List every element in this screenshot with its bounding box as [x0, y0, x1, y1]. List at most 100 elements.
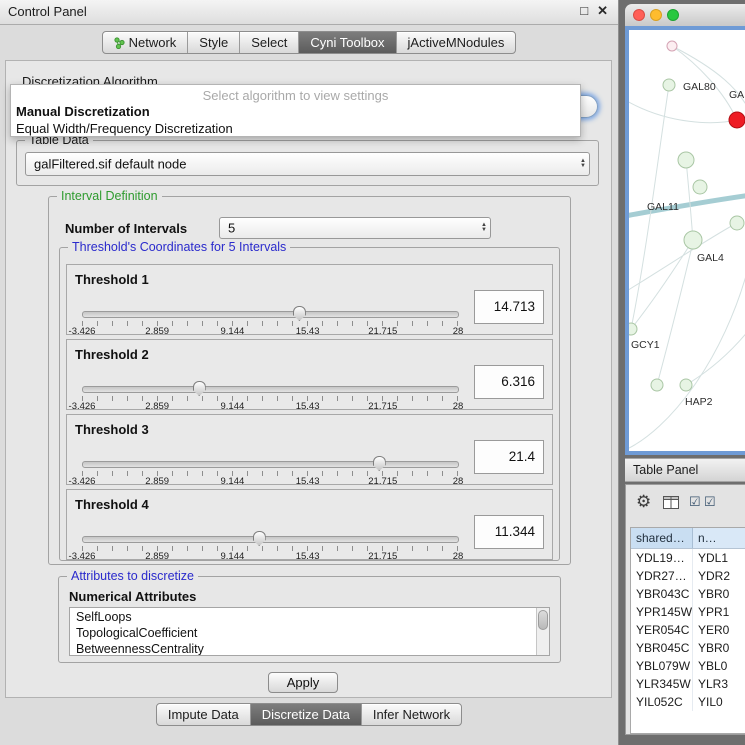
algorithm-option[interactable]: Manual Discretization: [11, 103, 580, 120]
table-panel-titlebar[interactable]: Table Panel: [625, 458, 745, 482]
threshold-slider-track[interactable]: [82, 536, 459, 543]
tab-label: jActiveMNodules: [408, 35, 505, 50]
table-row[interactable]: YLR345WYLR3: [631, 675, 745, 693]
cell-shared-name: YDL19…: [631, 549, 693, 567]
threshold-value-field[interactable]: 21.4: [474, 440, 544, 474]
attribute-list-item[interactable]: TopologicalCoefficient: [70, 625, 537, 641]
cell-shared-name: YDR27…: [631, 567, 693, 585]
threshold-value-field[interactable]: 11.344: [474, 515, 544, 549]
network-node-label: HAP2: [685, 396, 713, 408]
table-row[interactable]: YBR043CYBR0: [631, 585, 745, 603]
network-canvas[interactable]: GAL80GAGAL11GAL4GCY1HAP2: [629, 30, 745, 451]
table-row[interactable]: YIL052CYIL0: [631, 693, 745, 711]
algorithm-option[interactable]: Equal Width/Frequency Discretization: [11, 120, 580, 137]
network-node-green[interactable]: [678, 152, 694, 168]
network-edge[interactable]: [631, 240, 693, 329]
threshold-value-field[interactable]: 14.713: [474, 290, 544, 324]
cell-name: YDL1: [693, 549, 745, 567]
threshold-slider-track[interactable]: [82, 461, 459, 468]
network-node-green[interactable]: [680, 379, 692, 391]
attributes-scrollbar[interactable]: [536, 608, 549, 655]
tab-label: Impute Data: [168, 707, 239, 722]
threshold-slider-thumb[interactable]: [293, 306, 306, 321]
control-panel-titlebar[interactable]: Control Panel □ ✕: [0, 0, 618, 25]
network-node-red[interactable]: [729, 112, 745, 128]
cyni-toolbox-panel: Discretization Algorithm Select algorith…: [5, 60, 612, 698]
close-window-icon[interactable]: ✕: [597, 3, 608, 19]
threshold-panel: Threshold 3-3.4262.8599.14415.4321.71528…: [66, 414, 553, 485]
apply-button[interactable]: Apply: [268, 672, 338, 693]
float-window-icon[interactable]: □: [580, 3, 588, 19]
network-edge[interactable]: [686, 160, 693, 240]
network-edge[interactable]: [629, 265, 745, 450]
threshold-slider-thumb[interactable]: [373, 456, 386, 471]
zoom-traffic-light-icon[interactable]: [667, 9, 679, 21]
table-row[interactable]: YDR27…YDR2: [631, 567, 745, 585]
tab-cyni-toolbox[interactable]: Cyni Toolbox: [299, 32, 396, 53]
threshold-value-field[interactable]: 6.316: [474, 365, 544, 399]
attributes-group: Attributes to discretize Numerical Attri…: [58, 576, 561, 663]
tick-label: 2.859: [145, 551, 169, 562]
column-header-name[interactable]: n…: [693, 528, 745, 548]
node-table: shared… n… YDL19…YDL1YDR27…YDR2YBR043CYB…: [630, 527, 745, 734]
cell-name: YIL0: [693, 693, 745, 711]
network-window-titlebar[interactable]: [625, 4, 745, 27]
scrollbar-thumb[interactable]: [538, 610, 548, 630]
tick-label: 21.715: [368, 401, 397, 412]
number-of-intervals-select[interactable]: 5 ▲▼: [219, 217, 491, 239]
tab-select[interactable]: Select: [240, 32, 299, 53]
threshold-slider-track[interactable]: [82, 311, 459, 318]
table-row[interactable]: YBL079WYBL0: [631, 657, 745, 675]
tab-jactivemnodules[interactable]: jActiveMNodules: [397, 32, 516, 53]
slider-tick-labels: -3.4262.8599.14415.4321.71528: [82, 551, 458, 562]
network-edge[interactable]: [657, 242, 693, 385]
tab-network[interactable]: Network: [103, 32, 189, 53]
tick-label: 2.859: [145, 326, 169, 337]
top-tab-bar-wrap: NetworkStyleSelectCyni Toolbox jActiveMNo…: [0, 31, 618, 54]
network-node-green[interactable]: [693, 180, 707, 194]
table-row[interactable]: YPR145WYPR1: [631, 603, 745, 621]
cell-name: YDR2: [693, 567, 745, 585]
tab-impute-data[interactable]: Impute Data: [157, 704, 251, 725]
attribute-list-item[interactable]: SelfLoops: [70, 609, 537, 625]
network-node-green[interactable]: [730, 216, 744, 230]
minimize-traffic-light-icon[interactable]: [650, 9, 662, 21]
table-data-select[interactable]: galFiltered.sif default node ▲▼: [25, 152, 590, 176]
network-node-pink[interactable]: [667, 41, 677, 51]
table-row[interactable]: YER054CYER0: [631, 621, 745, 639]
thresholds-group: Threshold's Coordinates for 5 Intervals …: [59, 247, 560, 561]
cell-shared-name: YLR345W: [631, 675, 693, 693]
table-columns-icon[interactable]: [663, 496, 679, 509]
slider-tick-labels: -3.4262.8599.14415.4321.71528: [82, 401, 458, 412]
tick-label: 21.715: [368, 326, 397, 337]
cell-shared-name: YPR145W: [631, 603, 693, 621]
threshold-slider-track[interactable]: [82, 386, 459, 393]
network-node-green[interactable]: [651, 379, 663, 391]
top-tab-bar: NetworkStyleSelectCyni Toolbox jActiveMNo…: [102, 31, 517, 54]
attribute-list-item[interactable]: BetweennessCentrality: [70, 641, 537, 656]
network-node-green[interactable]: [663, 79, 675, 91]
numerical-attributes-list[interactable]: SelfLoopsTopologicalCoefficientBetweenne…: [69, 607, 550, 656]
network-node-green[interactable]: [684, 231, 702, 249]
tab-discretize-data[interactable]: Discretize Data: [251, 704, 362, 725]
tab-style[interactable]: Style: [188, 32, 240, 53]
tab-infer-network[interactable]: Infer Network: [362, 704, 461, 725]
threshold-slider-thumb[interactable]: [193, 381, 206, 396]
network-node-green[interactable]: [629, 323, 637, 335]
checkbox-icon[interactable]: ☑: [689, 494, 701, 510]
network-edge[interactable]: [629, 100, 737, 123]
network-edge[interactable]: [686, 330, 745, 385]
tick-label: 2.859: [145, 401, 169, 412]
gear-icon[interactable]: ⚙: [636, 492, 651, 512]
table-row[interactable]: YDL19…YDL1: [631, 549, 745, 567]
threshold-label: Threshold 3: [75, 422, 149, 437]
tick-label: 9.144: [221, 401, 245, 412]
checkbox-icon[interactable]: ☑: [704, 494, 716, 510]
column-header-shared[interactable]: shared…: [631, 528, 693, 548]
control-panel-window: Control Panel □ ✕ NetworkStyleSelectCyni…: [0, 0, 619, 745]
cell-shared-name: YER054C: [631, 621, 693, 639]
tick-label: 21.715: [368, 476, 397, 487]
close-traffic-light-icon[interactable]: [633, 9, 645, 21]
threshold-slider-thumb[interactable]: [253, 531, 266, 546]
table-row[interactable]: YBR045CYBR0: [631, 639, 745, 657]
